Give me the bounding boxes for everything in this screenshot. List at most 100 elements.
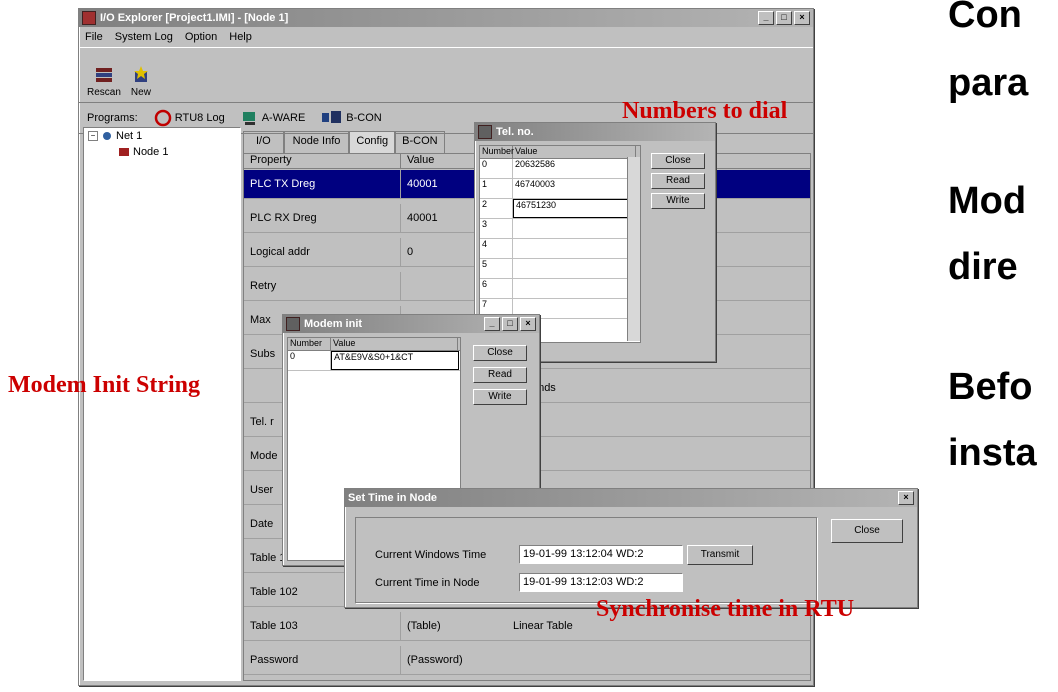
property-name: Table 103	[250, 620, 298, 632]
column-property[interactable]: Property	[244, 154, 400, 168]
tel-row[interactable]: 6	[480, 279, 640, 299]
tel-row-value: 20632586	[513, 159, 632, 178]
tab-io[interactable]: I/O	[243, 131, 284, 153]
node-time-label: Current Time in Node	[375, 577, 480, 589]
modem-minimize-button[interactable]: _	[484, 317, 500, 331]
modem-write-button[interactable]: Write	[473, 389, 527, 405]
annotation-numbers-to-dial: Numbers to dial	[622, 98, 788, 124]
bullet-line-6: insta	[948, 432, 1037, 474]
modem-close-icon[interactable]: ×	[520, 317, 536, 331]
tab-strip: I/O Node Info Config B-CON	[243, 131, 445, 153]
menu-system-log[interactable]: System Log	[115, 31, 173, 43]
tel-row-number: 1	[480, 179, 513, 198]
tel-row-number: 3	[480, 219, 513, 238]
new-button[interactable]: New	[131, 66, 151, 98]
tel-read-button[interactable]: Read	[651, 173, 705, 189]
modem-grid-header: Number Value	[288, 338, 460, 351]
tel-row-number: 6	[480, 279, 513, 298]
set-time-title-bar[interactable]: Set Time in Node ×	[345, 489, 917, 507]
menu-file[interactable]: File	[85, 31, 103, 43]
tab-config[interactable]: Config	[349, 131, 396, 153]
menu-bar: File System Log Option Help	[79, 27, 813, 47]
property-name: Retry	[250, 280, 277, 292]
set-time-close-button[interactable]: Close	[831, 519, 903, 543]
tel-close-button[interactable]: Close	[651, 153, 705, 169]
set-time-window-title: Set Time in Node	[348, 492, 438, 504]
tab-b-con[interactable]: B-CON	[395, 131, 445, 153]
modem-row[interactable]: 0 AT&E9V&S0+1&CT	[288, 351, 460, 371]
modem-window-title: Modem init	[304, 318, 363, 330]
tel-grid-header: Number Value	[480, 146, 640, 159]
modem-app-icon	[286, 317, 300, 331]
tel-row-number: 5	[480, 259, 513, 278]
tel-row[interactable]: 5	[480, 259, 640, 279]
tel-row-number: 2	[480, 199, 513, 218]
app-icon	[82, 11, 96, 25]
program-a-aware[interactable]: A-WARE	[241, 109, 305, 127]
program-b-con[interactable]: B-CON	[321, 109, 382, 127]
bullet-line-2: para	[948, 62, 1029, 104]
program-rtu8-log[interactable]: RTU8 Log	[154, 109, 225, 127]
bullet-line-5: Befo	[948, 366, 1033, 408]
bullet-line-4: dire	[948, 246, 1018, 288]
tree-node-item[interactable]: Node 1	[118, 146, 168, 158]
tel-column-number: Number	[482, 146, 515, 158]
column-value[interactable]: Value	[400, 154, 434, 168]
property-name: Password	[250, 654, 299, 666]
maximize-button[interactable]: □	[776, 11, 792, 25]
node-icon	[119, 148, 129, 156]
tab-node-info[interactable]: Node Info	[283, 131, 350, 153]
tel-row[interactable]: 4	[480, 239, 640, 259]
property-row[interactable]: Password (Password)	[244, 646, 810, 675]
tel-row[interactable]: 1 46740003	[480, 179, 640, 199]
tel-row-value: 46751230	[513, 199, 633, 218]
property-name: PLC TX Dreg	[250, 178, 316, 190]
node-time-field[interactable]: 19-01-99 13:12:03 WD:2	[519, 573, 683, 592]
bullet-line-1: Con	[948, 0, 1022, 36]
rtu-log-icon	[154, 109, 171, 127]
minimize-button[interactable]: _	[758, 11, 774, 25]
tel-row-value	[513, 239, 632, 258]
property-name: Logical addr	[250, 246, 310, 258]
modem-row-number: 0	[288, 351, 331, 370]
tel-row[interactable]: 2 46751230	[480, 199, 640, 219]
menu-help[interactable]: Help	[229, 31, 252, 43]
modem-read-button[interactable]: Read	[473, 367, 527, 383]
tel-row[interactable]: 0 20632586	[480, 159, 640, 179]
annotation-modem-init-string: Modem Init String	[8, 372, 200, 398]
windows-time-field[interactable]: 19-01-99 13:12:04 WD:2	[519, 545, 683, 564]
tree-view[interactable]: − Net 1 Node 1	[83, 127, 241, 681]
rescan-icon	[95, 68, 112, 82]
transmit-button[interactable]: Transmit	[687, 545, 753, 565]
tel-row[interactable]: 3	[480, 219, 640, 239]
tel-row-value	[513, 279, 632, 298]
tel-write-button[interactable]: Write	[651, 193, 705, 209]
a-ware-icon	[242, 112, 255, 125]
property-extra: Linear Table	[513, 620, 573, 632]
modem-title-bar[interactable]: Modem init _ □ ×	[283, 315, 539, 333]
modem-column-value: Value	[331, 338, 458, 350]
property-value: (Table)	[400, 612, 507, 640]
tel-row-number: 4	[480, 239, 513, 258]
rescan-button[interactable]: Rescan	[87, 66, 121, 98]
set-time-close-icon[interactable]: ×	[898, 491, 914, 505]
annotation-synchronise-time: Synchronise time in RTU	[596, 596, 855, 622]
tel-column-value: Value	[513, 146, 636, 158]
tree-net-item[interactable]: − Net 1	[88, 130, 142, 142]
modem-column-number: Number	[288, 338, 331, 350]
tel-row-value	[513, 219, 632, 238]
programs-label: Programs:	[87, 112, 138, 124]
main-title-bar[interactable]: I/O Explorer [Project1.IMI] - [Node 1] _…	[79, 9, 813, 27]
close-icon[interactable]: ×	[794, 11, 810, 25]
modem-close-button[interactable]: Close	[473, 345, 527, 361]
network-icon	[103, 132, 111, 140]
modem-maximize-button[interactable]: □	[502, 317, 518, 331]
property-value: (Password)	[400, 646, 507, 674]
tel-window-title: Tel. no.	[496, 126, 534, 138]
main-window-title: I/O Explorer [Project1.IMI] - [Node 1]	[100, 12, 289, 24]
menu-option[interactable]: Option	[185, 31, 217, 43]
tel-scrollbar[interactable]	[627, 157, 640, 341]
toolbar: Rescan New	[79, 47, 813, 103]
tree-collapse-icon[interactable]: −	[88, 131, 98, 141]
tel-title-bar[interactable]: Tel. no.	[475, 123, 715, 141]
